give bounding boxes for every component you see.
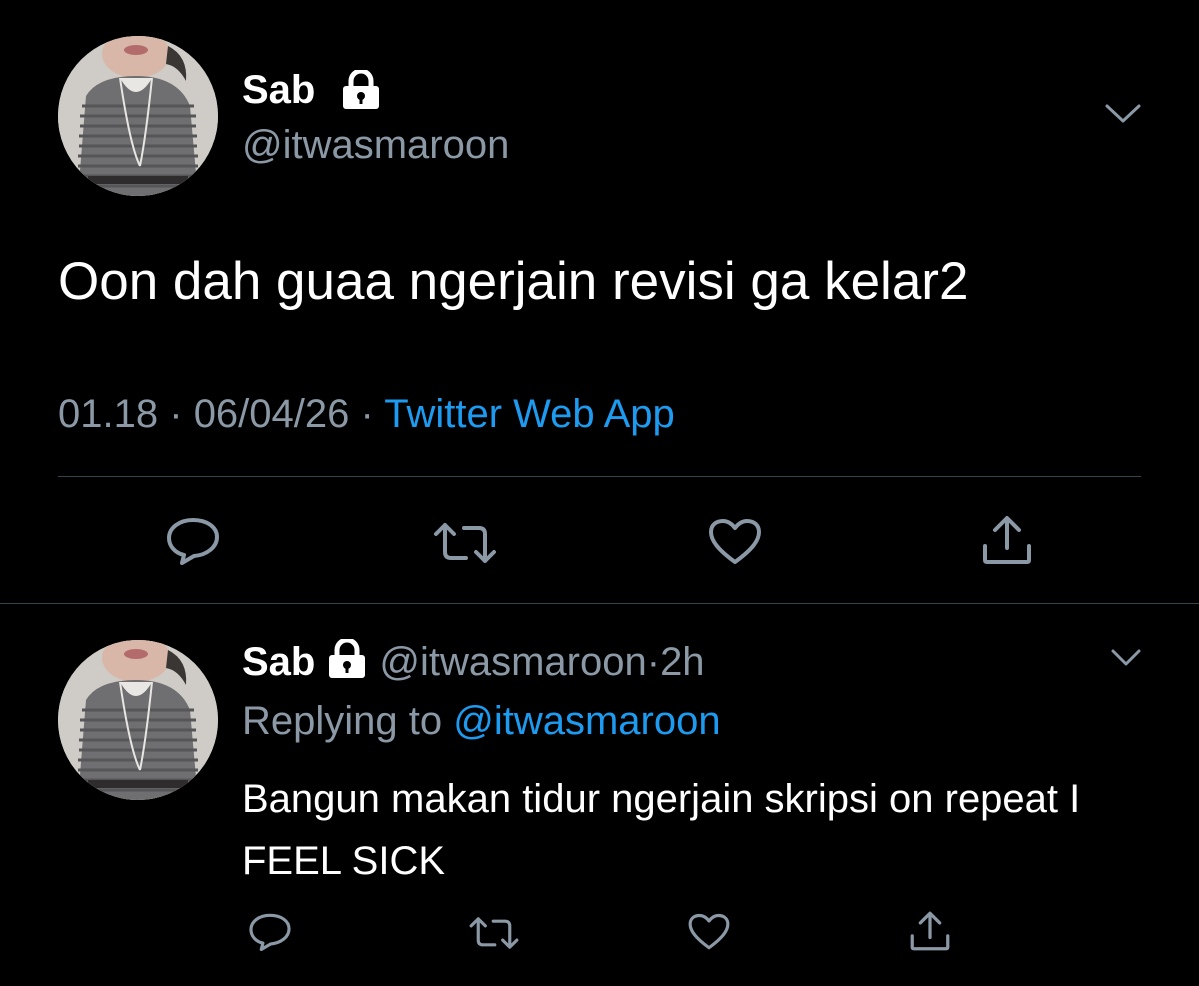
tweet-time: 01.18 — [58, 392, 159, 436]
tweet-date: 06/04/26 — [193, 392, 350, 436]
like-button[interactable] — [707, 518, 763, 566]
heart-icon — [688, 913, 730, 950]
share-icon — [910, 911, 950, 951]
divider — [58, 476, 1141, 477]
reply-icon — [249, 913, 291, 952]
tweet-meta: 01.18 · 06/04/26 · Twitter Web App — [58, 390, 675, 438]
heart-icon — [709, 519, 761, 564]
retweet-button[interactable] — [432, 522, 498, 564]
meta-separator: · — [169, 392, 183, 436]
replying-mention-link[interactable]: @itwasmaroon — [453, 699, 720, 743]
divider — [0, 603, 1199, 604]
tweet-source-link[interactable]: Twitter Web App — [384, 392, 675, 436]
retweet-icon — [469, 917, 519, 949]
reply-button[interactable] — [247, 912, 293, 952]
meta-separator: · — [646, 640, 661, 684]
share-button[interactable] — [908, 910, 952, 952]
reply-tweet-text: Bangun makan tidur ngerjain skripsi on r… — [242, 777, 1081, 883]
replying-to: Replying to @itwasmaroon — [242, 697, 721, 745]
reply-button[interactable] — [164, 516, 222, 566]
reply-user-handle[interactable]: @itwasmaroon — [379, 640, 646, 684]
lock-icon — [339, 68, 383, 115]
chevron-down-icon[interactable] — [1110, 648, 1142, 673]
meta-separator: · — [360, 392, 374, 436]
reply-icon — [167, 518, 219, 565]
replying-prefix: Replying to — [242, 699, 443, 743]
chevron-down-icon[interactable] — [1104, 103, 1142, 130]
retweet-button[interactable] — [468, 916, 520, 950]
reply-header: Sab @itwasmaroon·2h — [242, 637, 705, 690]
lock-icon — [325, 637, 369, 690]
avatar[interactable] — [58, 36, 218, 196]
reply-avatar[interactable] — [58, 640, 218, 800]
share-button[interactable] — [980, 514, 1034, 566]
reply-age[interactable]: 2h — [660, 640, 705, 684]
retweet-icon — [434, 523, 496, 563]
user-handle[interactable]: @itwasmaroon — [242, 122, 509, 168]
reply-display-name[interactable]: Sab — [242, 640, 315, 684]
share-icon — [983, 516, 1031, 564]
display-name[interactable]: Sab — [242, 68, 315, 112]
tweet-text: Oon dah guaa ngerjain revisi ga kelar2 — [58, 252, 969, 311]
like-button[interactable] — [687, 913, 731, 951]
